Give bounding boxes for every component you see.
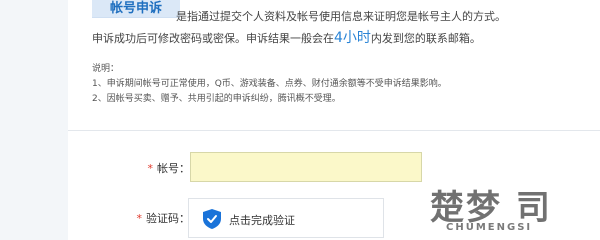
watermark-logo: 楚梦 司 CHUMENGSI (418, 182, 596, 238)
result-time-highlight: 4小时 (334, 30, 371, 46)
appeal-description: 是指通过提交个人资料及帐号使用信息来证明您是帐号主人的方式。 (176, 10, 506, 23)
watermark-subtext: CHUMENGSI (446, 222, 533, 233)
account-label-text: 帐号： (157, 162, 190, 175)
result-info-before: 申诉成功后可修改密码或密保。申诉结果一般会在 (92, 32, 334, 45)
section-divider (68, 130, 600, 131)
shield-icon (203, 209, 221, 229)
page-title: 帐号申诉 (109, 1, 162, 16)
captcha-button-label: 点击完成验证 (229, 214, 295, 227)
badge-underline (92, 17, 180, 18)
captcha-label: * 验证码： (137, 210, 191, 226)
note-item-1: 1、申诉期间帐号可正常使用，Q币、游戏装备、点券、财付通余额等不受申诉结果影响。 (92, 79, 447, 89)
account-input[interactable] (190, 152, 422, 182)
page-title-badge: 帐号申诉 (92, 0, 180, 18)
required-mark: * (136, 212, 143, 225)
notes-section: 说明： 1、申诉期间帐号可正常使用，Q币、游戏装备、点券、财付通余额等不受申诉结… (92, 62, 447, 107)
captcha-verify-button[interactable]: 点击完成验证 (188, 198, 384, 238)
appeal-result-info: 申诉成功后可修改密码或密保。申诉结果一般会在4小时内发到您的联系邮箱。 (92, 27, 481, 47)
account-label: * 帐号： (148, 160, 191, 176)
appeal-intro: 帐号申诉 是指通过提交个人资料及帐号使用信息来证明您是帐号主人的方式。 申诉成功… (68, 0, 600, 128)
result-info-after: 内发到您的联系邮箱。 (370, 32, 481, 45)
required-mark: * (147, 162, 154, 175)
note-item-2: 2、因帐号买卖、赠予、共用引起的申诉纠纷，腾讯概不受理。 (92, 94, 341, 104)
captcha-label-text: 验证码： (146, 212, 190, 225)
notes-title: 说明： (92, 64, 120, 74)
